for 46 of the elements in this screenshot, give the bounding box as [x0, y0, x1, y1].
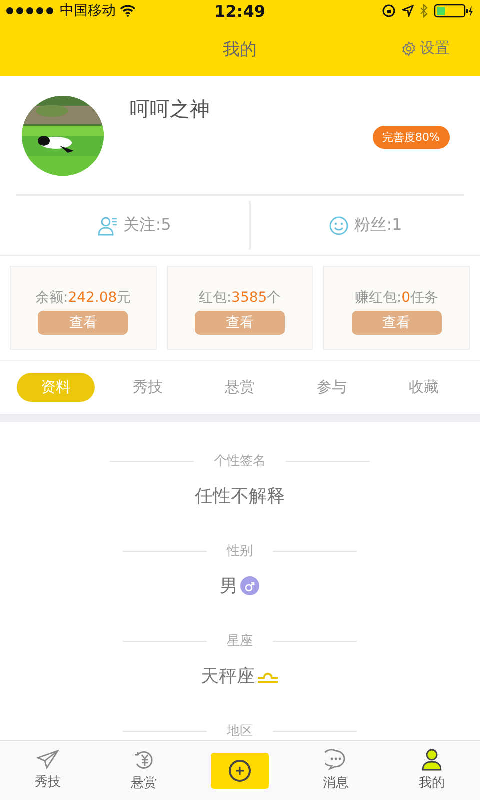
smiley-icon [328, 216, 349, 236]
signal-icon [6, 7, 56, 15]
user-name: 呵呵之神 [130, 96, 211, 123]
tab[interactable]: 收藏 [385, 373, 463, 402]
card-text: 余额:242.08元 [35, 289, 132, 307]
male-icon [240, 576, 260, 596]
plus-circle-icon [228, 758, 252, 782]
tab-bar-item[interactable]: 悬赏 [96, 749, 192, 792]
settings-button[interactable]: 设置 [401, 39, 450, 58]
page-title: 我的 [223, 38, 257, 60]
card-text: 红包:3585个 [198, 289, 282, 307]
tab[interactable]: 秀技 [109, 373, 187, 402]
tab-bar-item[interactable]: 秀技 [0, 750, 96, 791]
paper-plane-icon [37, 750, 59, 770]
field-label: 个性签名 [214, 453, 266, 470]
field-value: 任性不解释 [195, 485, 285, 508]
completeness-badge: 完善度80% [372, 126, 450, 149]
tab[interactable]: 悬赏 [201, 373, 279, 402]
tab[interactable]: 资料 [17, 373, 95, 402]
view-button[interactable]: 查看 [38, 311, 128, 335]
wifi-icon [120, 5, 136, 17]
field-label: 地区 [227, 723, 253, 740]
bluetooth-icon [420, 4, 428, 18]
person-list-icon [98, 216, 118, 236]
clock-time: 12:49 [214, 2, 266, 20]
add-button[interactable] [211, 752, 269, 788]
view-button[interactable]: 查看 [195, 311, 285, 335]
view-button[interactable]: 查看 [352, 311, 442, 335]
rotation-lock-icon [382, 4, 396, 18]
field-label: 星座 [227, 633, 253, 650]
card-text: 赚红包:0任务 [354, 289, 438, 307]
field-value: 男 [220, 575, 238, 598]
chat-bubble-icon [325, 749, 347, 771]
tab[interactable]: 参与 [293, 373, 371, 402]
stat-label[interactable]: 关注:5 [124, 215, 172, 236]
person-icon [421, 749, 443, 771]
carrier-name: 中国移动 [60, 2, 116, 20]
field-label: 性别 [227, 543, 253, 560]
tab-bar-item[interactable]: 消息 [288, 749, 384, 792]
tab-bar-item[interactable]: 我的 [384, 749, 480, 792]
battery-icon [434, 4, 474, 18]
settings-icon [401, 40, 417, 56]
stat-label[interactable]: 粉丝:1 [354, 215, 402, 236]
field-value: 天秤座 [201, 665, 255, 688]
yuan-cycle-icon [133, 749, 155, 771]
location-icon [402, 5, 414, 17]
